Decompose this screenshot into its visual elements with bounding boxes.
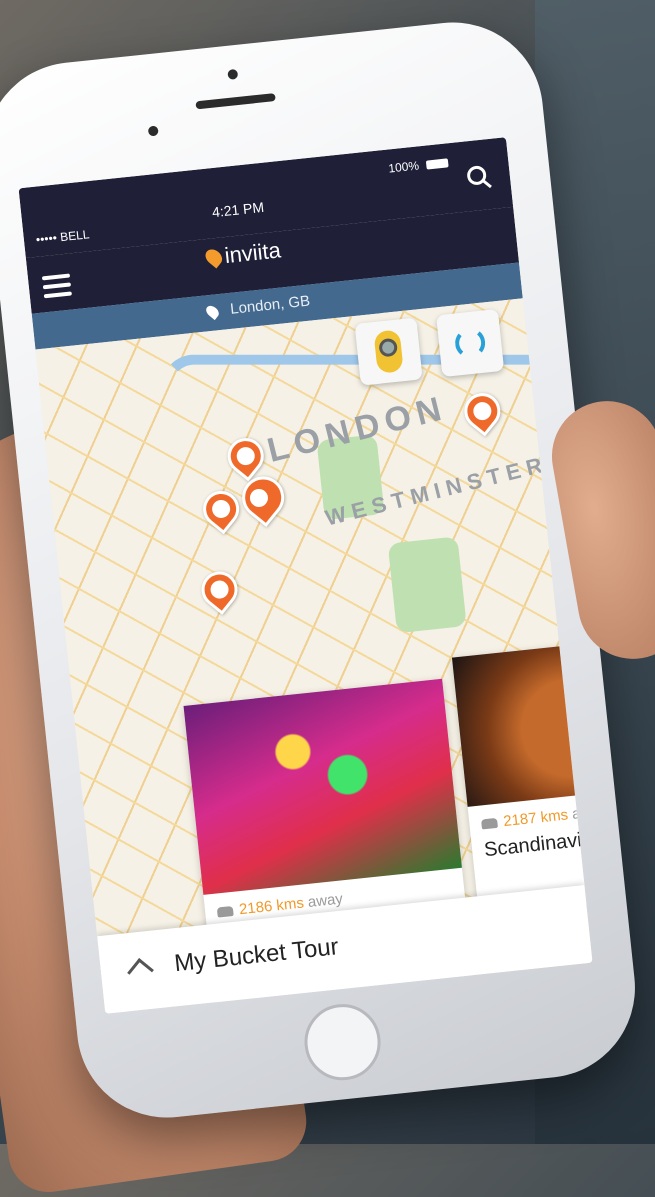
map-marker-icecream[interactable] bbox=[220, 430, 272, 482]
chevron-up-icon bbox=[127, 958, 154, 985]
logo-text: inviita bbox=[223, 237, 282, 269]
mascot-icon bbox=[373, 329, 404, 374]
battery-percent: 100% bbox=[387, 158, 420, 176]
phone-frame: ••••• BELL 4:21 PM 100% inviita London, … bbox=[0, 13, 644, 1127]
map-marker-info[interactable] bbox=[194, 564, 245, 615]
logo-pin-icon bbox=[202, 246, 226, 269]
location-text: London, GB bbox=[229, 292, 311, 318]
location-pin-icon bbox=[203, 303, 222, 321]
mascot-button[interactable] bbox=[354, 317, 423, 386]
car-icon bbox=[481, 817, 498, 830]
refresh-button[interactable] bbox=[436, 308, 505, 378]
app-logo: inviita bbox=[202, 237, 282, 271]
battery-indicator: 100% bbox=[387, 155, 449, 176]
speaker bbox=[195, 93, 276, 110]
status-time: 4:21 PM bbox=[211, 198, 265, 221]
home-button[interactable] bbox=[300, 1000, 385, 1084]
carrier-label: ••••• BELL bbox=[35, 227, 91, 247]
battery-icon bbox=[425, 158, 449, 170]
phone-screen: ••••• BELL 4:21 PM 100% inviita London, … bbox=[18, 137, 593, 1014]
place-card-image bbox=[183, 678, 462, 895]
map-marker-shop[interactable] bbox=[195, 483, 247, 535]
camera-dot bbox=[227, 68, 239, 80]
car-icon bbox=[216, 905, 234, 918]
place-card-image bbox=[451, 636, 593, 807]
refresh-icon bbox=[453, 326, 487, 360]
menu-icon[interactable] bbox=[41, 273, 72, 299]
place-card[interactable]: 2187 kms away Scandinavian K bbox=[451, 636, 593, 917]
front-camera bbox=[147, 125, 159, 137]
bucket-tour-label: My Bucket Tour bbox=[173, 933, 340, 978]
search-icon[interactable] bbox=[465, 163, 494, 192]
map-park bbox=[387, 536, 467, 634]
